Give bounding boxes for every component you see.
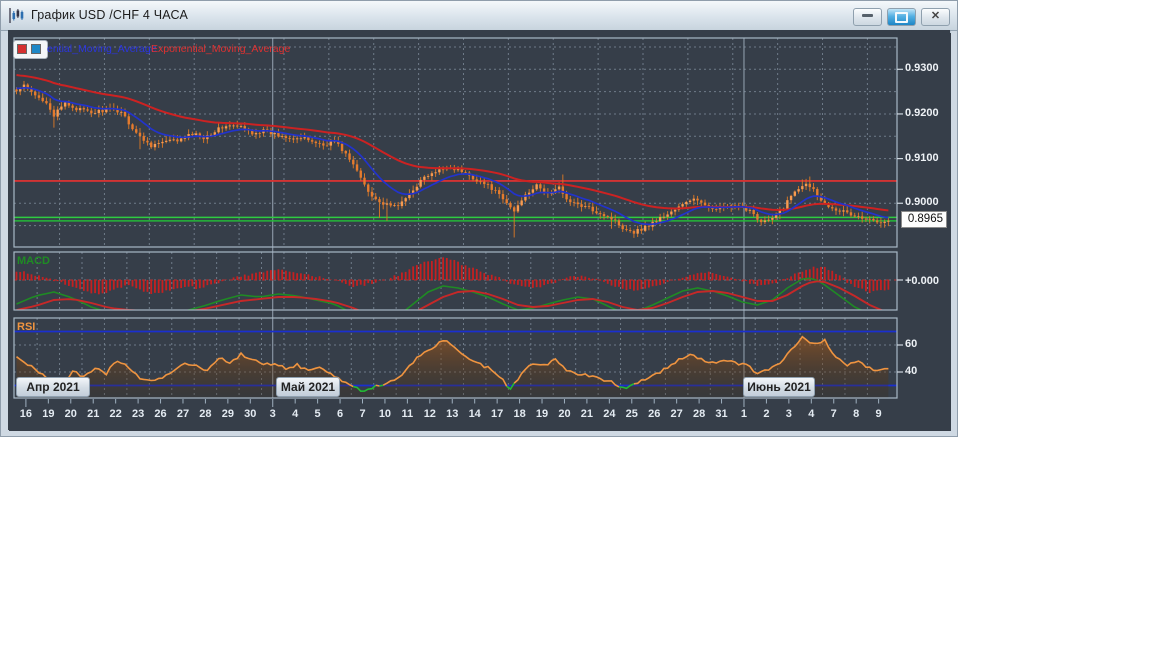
x-axis-date: 21 <box>87 408 100 420</box>
blue-square-button[interactable] <box>31 44 41 54</box>
x-axis-date: 4 <box>292 408 299 420</box>
x-axis-date: 27 <box>176 408 190 420</box>
x-axis-date: 30 <box>244 408 257 420</box>
red-square-button[interactable] <box>17 44 27 54</box>
x-axis-date: 14 <box>468 408 481 420</box>
price-tick-label: 0.9100 <box>905 151 939 164</box>
x-axis-date: 20 <box>64 408 77 420</box>
month-button-may[interactable]: Май 2021 <box>276 377 340 397</box>
x-axis-date: 6 <box>336 408 344 420</box>
x-axis-date: 28 <box>199 408 212 420</box>
x-axis-date: 3 <box>269 408 276 420</box>
current-price-label: 0.8965 <box>901 211 947 228</box>
x-axis-date: 7 <box>359 408 366 420</box>
x-axis-date: 28 <box>692 408 706 420</box>
rsi-tick-40: 40 <box>905 365 918 377</box>
x-axis-date: 17 <box>491 408 504 420</box>
ema-slow-legend: Exponential_Moving_Average <box>151 43 291 55</box>
x-axis-date: 26 <box>648 408 661 420</box>
x-axis-date: 25 <box>625 408 638 420</box>
indicator-buttons <box>13 40 48 59</box>
x-axis-date: 11 <box>401 408 414 420</box>
x-axis-date: 13 <box>446 408 459 420</box>
x-axis-date: 12 <box>423 408 436 420</box>
x-axis-date: 27 <box>670 408 683 420</box>
x-axis-date: 20 <box>558 408 571 420</box>
x-axis-date: 1 <box>740 408 748 420</box>
rsi-label: RSI <box>17 321 36 333</box>
ema-fast-legend: ential_Moving_Average <box>47 43 157 55</box>
x-axis-date: 8 <box>853 408 860 420</box>
x-axis-date: 19 <box>42 408 55 420</box>
month-button-jun[interactable]: Июнь 2021 <box>743 377 815 397</box>
x-axis-date: 24 <box>603 408 616 420</box>
x-axis-date: 18 <box>513 408 526 420</box>
x-axis-date: 26 <box>154 408 167 420</box>
x-axis-date: 31 <box>715 408 728 420</box>
macd-label: MACD <box>17 255 50 267</box>
month-button-apr[interactable]: Апр 2021 <box>16 377 90 397</box>
price-tick-label: 0.9200 <box>905 106 939 119</box>
x-axis-date: 3 <box>785 408 792 420</box>
x-axis-date: 19 <box>535 408 549 420</box>
x-axis-date: 7 <box>830 408 837 420</box>
macd-axis-value: +0.000 <box>905 275 939 287</box>
x-axis-date: 4 <box>808 408 815 420</box>
rsi-tick-60: 60 <box>905 338 918 350</box>
chart-canvas[interactable] <box>0 0 958 437</box>
x-axis-date: 2 <box>763 408 770 420</box>
x-axis-date: 10 <box>378 408 392 420</box>
x-axis-date: 21 <box>580 408 594 420</box>
price-tick-label: 0.9300 <box>905 62 939 75</box>
price-tick-label: 0.9000 <box>905 196 939 209</box>
x-axis-date: 16 <box>19 408 33 420</box>
x-axis-date: 29 <box>221 408 234 420</box>
x-axis-date: 9 <box>875 408 882 420</box>
x-axis-date: 22 <box>109 408 122 420</box>
x-axis-date: 23 <box>131 408 145 420</box>
x-axis-date: 5 <box>314 408 321 420</box>
